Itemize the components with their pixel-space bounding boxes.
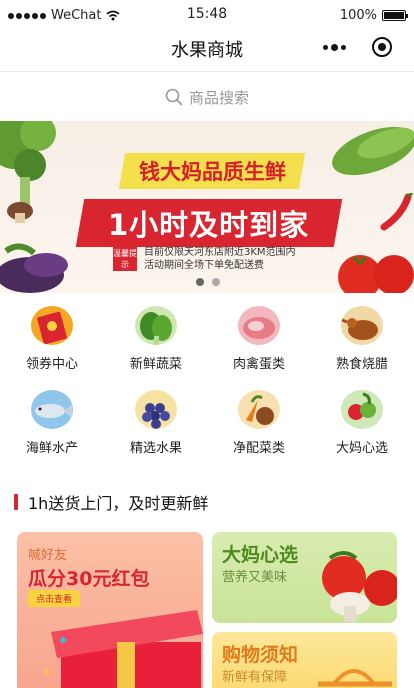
- banner-main-slogan: 1小时及时到家: [75, 199, 343, 247]
- banner-headline: 钱大妈品质生鲜: [118, 153, 306, 189]
- roast-duck-icon: [341, 306, 383, 345]
- basket-icon: [318, 669, 392, 687]
- section-accent-bar: [14, 494, 18, 510]
- vegetable-icon: [135, 306, 177, 345]
- category-label: 新鲜蔬菜: [129, 357, 182, 372]
- carousel-indicator: [196, 278, 220, 286]
- red-packet-promo[interactable]: 喊好友 瓜分30元红包 点击查看: [17, 532, 203, 688]
- chili-decoration: [380, 193, 414, 231]
- status-bar: WeChat 15:48 100%: [0, 0, 414, 30]
- category-coupons[interactable]: 领券中心: [2, 298, 102, 372]
- mini-program-capsule: [323, 37, 392, 57]
- prepared-vegetables-icon: [238, 390, 280, 429]
- card-subtitle: 新鲜有保障: [222, 670, 288, 685]
- eggplant-decoration: [0, 243, 68, 293]
- category-fruit[interactable]: 精选水果: [106, 382, 206, 456]
- nav-bar: 水果商城: [0, 30, 414, 72]
- tomato-decoration: [338, 255, 414, 293]
- picks-promo-card[interactable]: 大妈心选 营养又美味: [212, 532, 397, 623]
- broccoli-decoration: [0, 121, 56, 207]
- grapes-icon: [135, 390, 177, 429]
- promo-banner[interactable]: 钱大妈品质生鲜 1小时及时到家 温馨提示 目前仅限天河东店附近3KM范围内 活动…: [0, 121, 414, 293]
- category-label: 净配菜类: [232, 441, 285, 456]
- category-roast[interactable]: 熟食烧腊: [312, 298, 412, 372]
- tomato-mushroom-icon: [322, 551, 397, 622]
- category-label: 精选水果: [129, 441, 182, 456]
- section-header: 1h送货上门，及时更新鲜: [14, 492, 209, 513]
- search-placeholder: 商品搜索: [188, 88, 249, 107]
- tip-badge: 温馨提示: [113, 247, 137, 271]
- category-label: 熟食烧腊: [335, 357, 388, 372]
- section-title: 1h送货上门，及时更新鲜: [28, 494, 209, 513]
- category-label: 海鲜水产: [25, 441, 78, 456]
- fruit-basket-icon: [341, 390, 383, 429]
- category-label: 领券中心: [25, 357, 78, 372]
- target-close-icon[interactable]: [372, 37, 392, 57]
- category-label: 肉禽蛋类: [232, 357, 285, 372]
- meat-icon: [238, 306, 280, 345]
- bitter-melon-decoration: [332, 126, 414, 176]
- category-vegetables[interactable]: 新鲜蔬菜: [106, 298, 206, 372]
- search-icon: [165, 88, 183, 106]
- red-packet-icon: [31, 306, 73, 345]
- category-prepared[interactable]: 净配菜类: [209, 382, 309, 456]
- category-picks[interactable]: 大妈心选: [312, 382, 412, 456]
- category-seafood[interactable]: 海鲜水产: [2, 382, 102, 456]
- mushroom-decoration: [7, 202, 33, 223]
- battery-label: 100%: [339, 8, 377, 23]
- promo-subtitle: 喊好友: [28, 548, 68, 563]
- shopping-notice-card[interactable]: 购物须知 新鲜有保障: [212, 632, 397, 688]
- card-subtitle: 营养又美味: [222, 570, 288, 585]
- banner-note-line1: 目前仅限天河东店附近3KM范围内: [144, 247, 296, 258]
- more-dots-icon[interactable]: [323, 43, 346, 51]
- carousel-dot-1[interactable]: [196, 278, 204, 286]
- status-right: 100%: [339, 8, 408, 23]
- gift-box-icon: [44, 610, 203, 688]
- banner-note: 目前仅限天河东店附近3KM范围内 活动期间全场下单免配送费: [144, 246, 296, 272]
- category-label: 大妈心选: [335, 441, 388, 456]
- search-bar[interactable]: 商品搜索: [0, 73, 414, 121]
- card-title: 大妈心选: [222, 544, 299, 566]
- carousel-dot-2[interactable]: [212, 278, 220, 286]
- category-meat[interactable]: 肉禽蛋类: [209, 298, 309, 372]
- category-grid: 领券中心 新鲜蔬菜 肉禽蛋类 熟食烧腊 海鲜水产 精选水果 净配菜类 大妈心选: [0, 296, 414, 456]
- card-title: 购物须知: [222, 644, 299, 666]
- fish-icon: [31, 390, 73, 429]
- banner-note-line2: 活动期间全场下单免配送费: [144, 260, 264, 271]
- battery-icon: [382, 10, 408, 21]
- promo-title: 瓜分30元红包: [28, 568, 150, 590]
